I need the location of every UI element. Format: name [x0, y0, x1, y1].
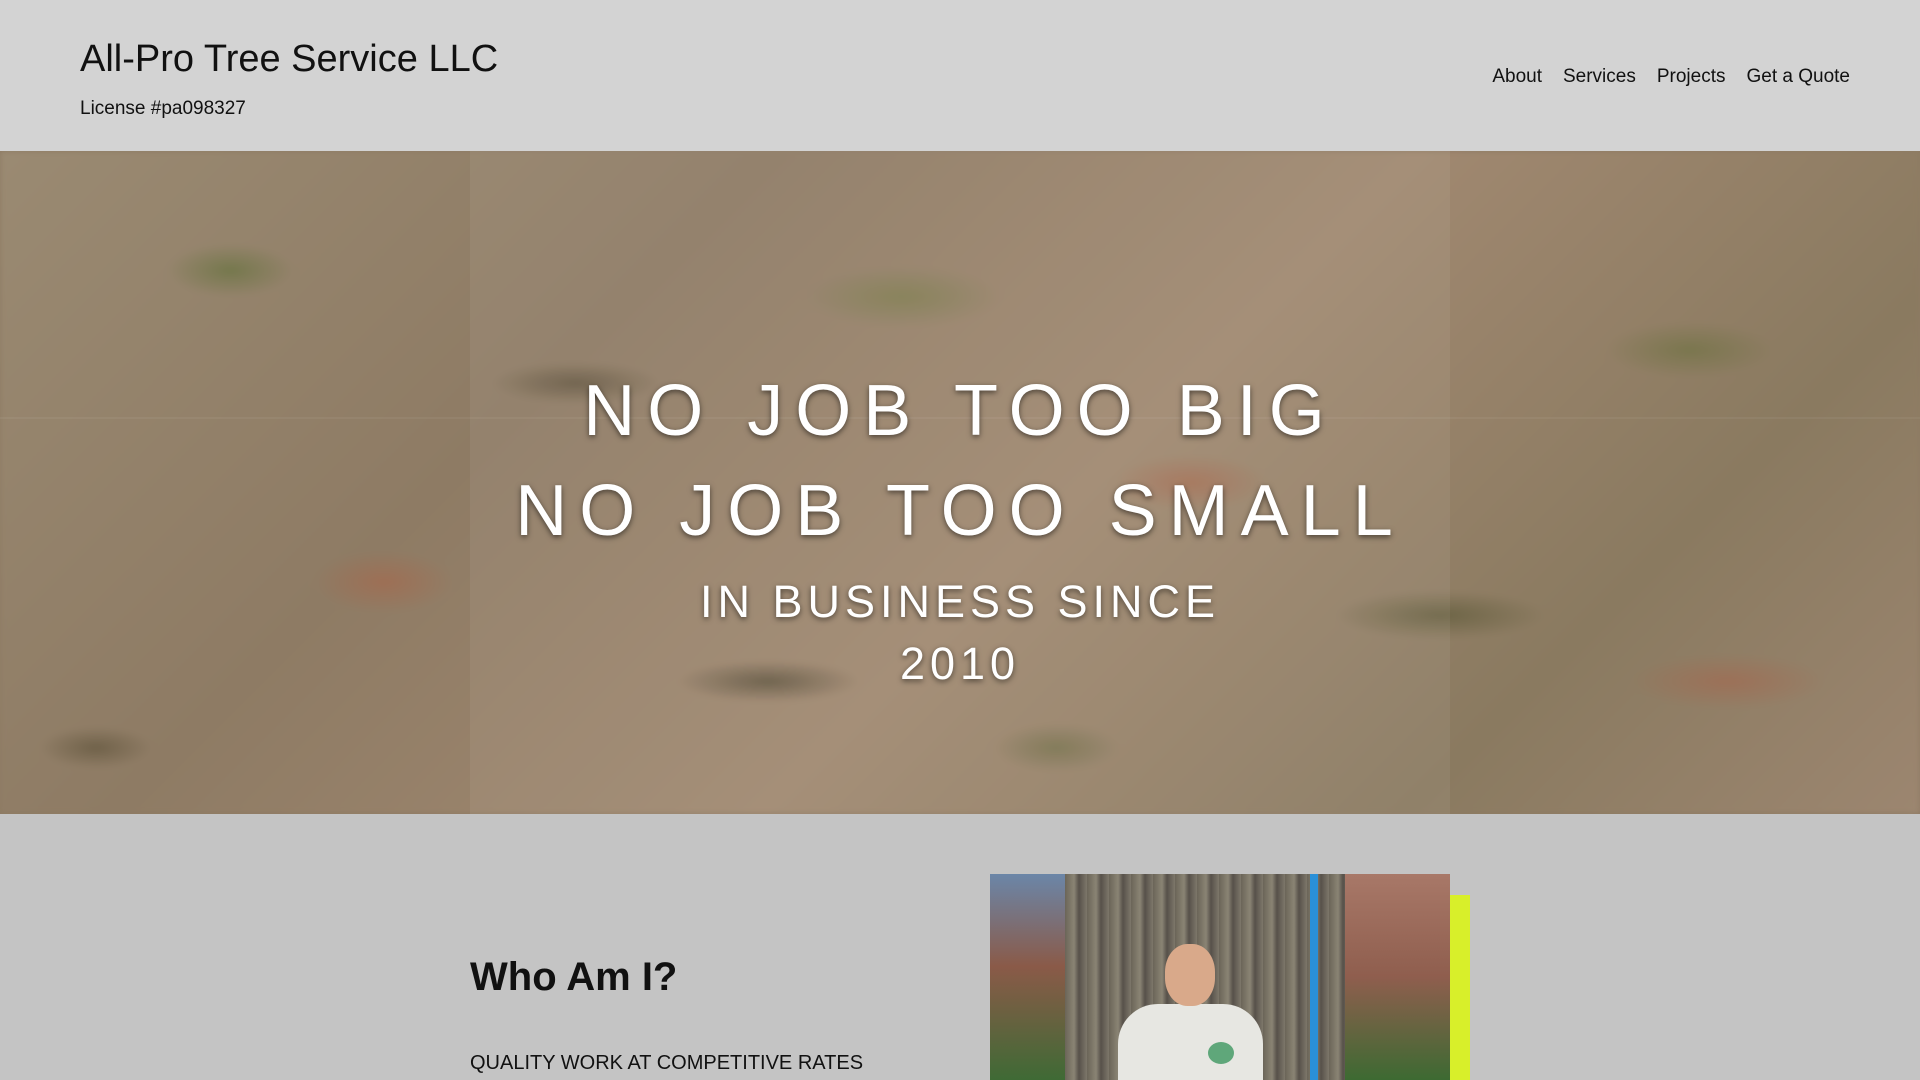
owner-photo [990, 874, 1450, 1080]
nav-services[interactable]: Services [1563, 66, 1636, 88]
person-shirt [1118, 1004, 1263, 1080]
hero-headline: NO JOB TOO BIG NO JOB TOO SMALL [470, 361, 1450, 561]
about-subtitle: QUALITY WORK AT COMPETITIVE RATES [470, 1052, 864, 1074]
about-heading: Who Am I? [470, 955, 678, 999]
subheadline-line-1: IN BUSINESS SINCE [699, 576, 1221, 627]
nav-about[interactable]: About [1492, 66, 1542, 88]
nav-projects[interactable]: Projects [1657, 66, 1726, 88]
photo-background-right [1330, 874, 1450, 1080]
subheadline-line-2: 2010 [899, 638, 1021, 689]
accent-bar [1450, 895, 1470, 1080]
photo-background-left [990, 874, 1070, 1080]
main-nav: About Services Projects Get a Quote [1492, 66, 1850, 88]
hero-subheadline: IN BUSINESS SINCE 2010 [470, 571, 1450, 695]
person-head [1165, 944, 1215, 1006]
headline-line-2: NO JOB TOO SMALL [515, 471, 1405, 551]
nav-get-a-quote[interactable]: Get a Quote [1746, 66, 1850, 88]
headline-line-1: NO JOB TOO BIG [583, 371, 1337, 451]
blue-pole [1310, 874, 1318, 1080]
site-header: All-Pro Tree Service LLC License #pa0983… [0, 0, 1920, 151]
shirt-logo [1208, 1042, 1234, 1064]
site-title[interactable]: All-Pro Tree Service LLC [80, 38, 498, 81]
hero-banner: NO JOB TOO BIG NO JOB TOO SMALL IN BUSIN… [0, 151, 1920, 814]
license-number: License #pa098327 [80, 98, 246, 119]
